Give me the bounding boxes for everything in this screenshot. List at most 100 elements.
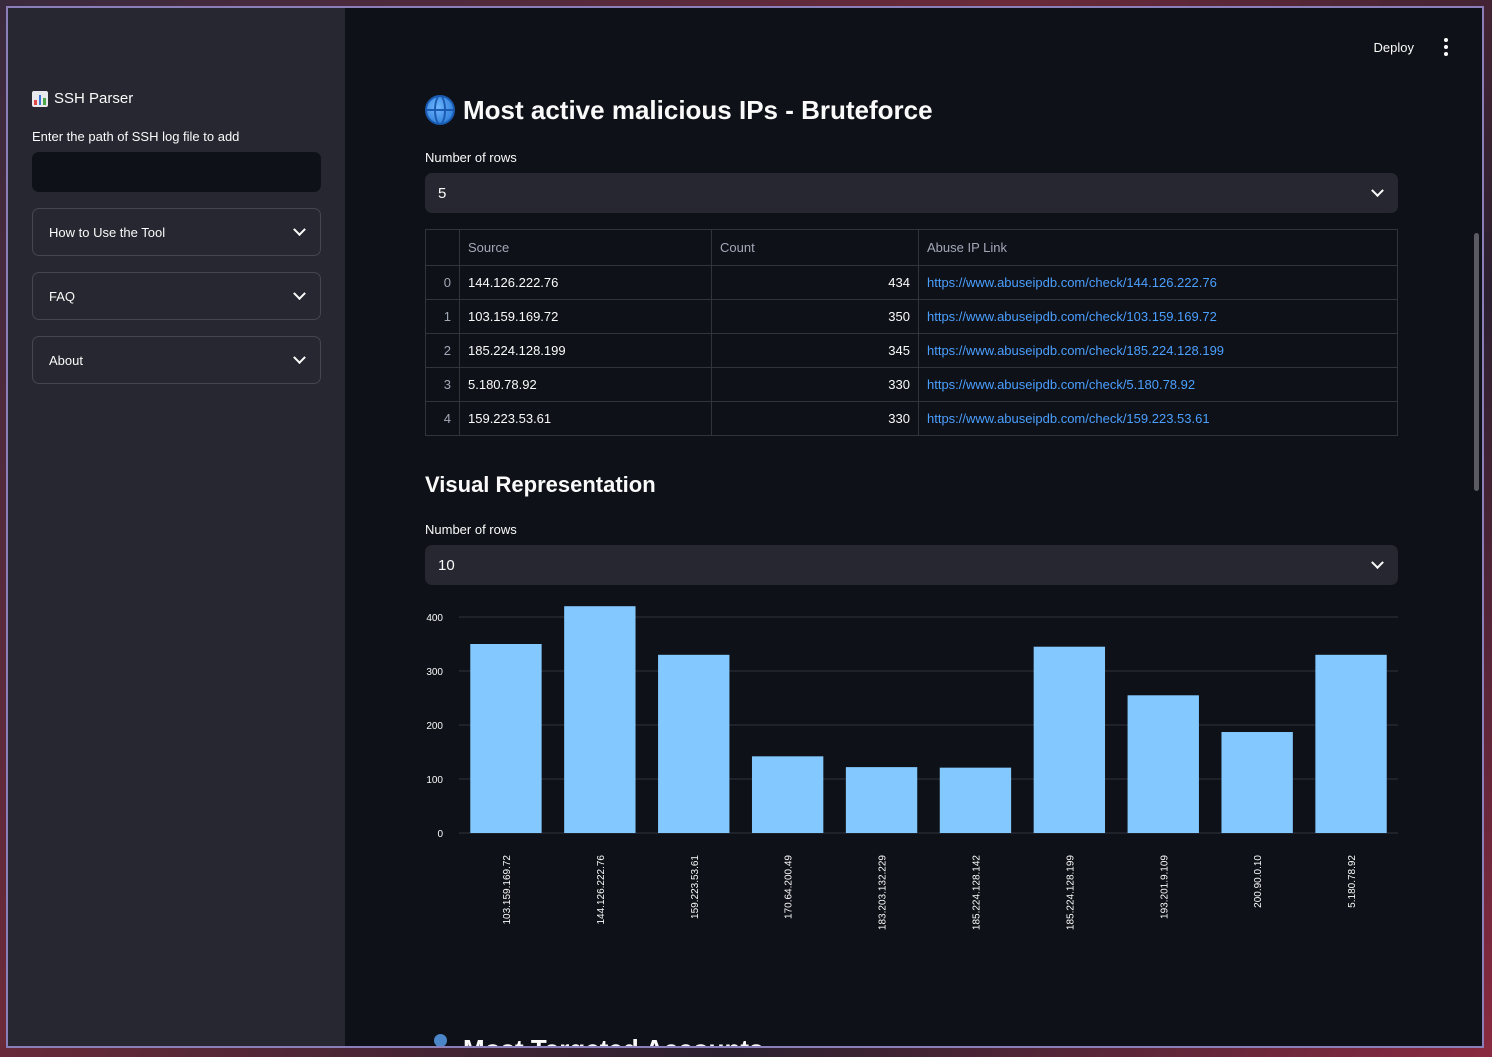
section-title: Most Targeted Accounts (463, 1034, 763, 1047)
row-index: 3 (425, 367, 460, 402)
abuse-link-cell[interactable]: https://www.abuseipdb.com/check/103.159.… (918, 299, 1398, 334)
bar[interactable] (1221, 732, 1293, 833)
rows-select-label: Number of rows (425, 522, 517, 537)
x-tick-label: 185.224.128.199 (1065, 855, 1076, 931)
x-tick-label: 183.203.132.229 (878, 855, 889, 931)
bar[interactable] (1127, 695, 1199, 833)
bar-chart: 0 100 200 300 400 103.159.169.72 144.126.222.7… (425, 601, 1398, 941)
row-index: 2 (425, 333, 460, 368)
x-tick-label: 159.223.53.61 (690, 855, 701, 919)
rows-select-value: 5 (438, 184, 447, 202)
x-tick-label: 5.180.78.92 (1347, 855, 1358, 908)
bar[interactable] (564, 606, 636, 833)
abuse-ip-link[interactable]: https://www.abuseipdb.com/check/5.180.78… (927, 377, 1195, 392)
x-tick-label: 185.224.128.142 (971, 855, 982, 931)
y-tick-label: 200 (426, 721, 443, 732)
source-cell[interactable]: 5.180.78.92 (459, 367, 712, 402)
abuse-ip-link[interactable]: https://www.abuseipdb.com/check/144.126.… (927, 275, 1217, 290)
expander-about[interactable]: About (32, 336, 321, 384)
count-cell[interactable]: 330 (711, 367, 919, 402)
rows-select-value: 10 (438, 556, 455, 574)
count-cell[interactable]: 345 (711, 333, 919, 368)
bar[interactable] (751, 756, 824, 833)
count-cell[interactable]: 330 (711, 401, 919, 436)
app-window: SSH Parser Enter the path of SSH log fil… (6, 6, 1484, 1048)
log-path-input[interactable] (32, 152, 321, 192)
y-tick-label: 0 (437, 829, 443, 840)
app-title-text: SSH Parser (54, 90, 134, 107)
bar-chart-icon (32, 90, 48, 107)
section-title: Most active malicious IPs - Bruteforce (463, 94, 933, 125)
expander-how-to-use[interactable]: How to Use the Tool (32, 208, 321, 256)
source-cell[interactable]: 185.224.128.199 (459, 333, 712, 368)
chevron-down-icon (1371, 555, 1384, 569)
abuse-ip-link[interactable]: https://www.abuseipdb.com/check/159.223.… (927, 411, 1210, 426)
ip-table: Source Count Abuse IP Link 0 144.126.222.… (425, 229, 1398, 436)
more-options-icon[interactable] (1438, 36, 1454, 58)
source-cell[interactable]: 159.223.53.61 (459, 401, 712, 436)
app-title: SSH Parser (32, 90, 321, 107)
table-header-row: Source Count Abuse IP Link (425, 229, 1398, 266)
deploy-button[interactable]: Deploy (1368, 39, 1420, 56)
chevron-down-icon (1371, 183, 1384, 197)
globe-icon (425, 95, 455, 125)
count-cell[interactable]: 434 (711, 265, 919, 300)
scrollbar-thumb[interactable] (1474, 233, 1479, 491)
x-tick-label: 144.126.222.76 (596, 855, 607, 925)
abuse-ip-link[interactable]: https://www.abuseipdb.com/check/103.159.… (927, 309, 1217, 324)
row-index: 4 (425, 401, 460, 436)
count-cell[interactable]: 350 (711, 299, 919, 334)
table-row[interactable]: 1 103.159.169.72 350 https://www.abuseipdb.… (425, 299, 1398, 334)
top-toolbar: Deploy (1368, 36, 1454, 58)
bar-chart-svg: 0 100 200 300 400 103.159.169.72 144.126.222.7… (426, 606, 1398, 931)
index-header (425, 229, 460, 266)
x-tick-label: 200.90.0.10 (1253, 855, 1264, 908)
source-cell[interactable]: 103.159.169.72 (459, 299, 712, 334)
y-tick-label: 300 (426, 667, 443, 678)
abuse-link-cell[interactable]: https://www.abuseipdb.com/check/159.223.… (918, 401, 1398, 436)
rows-select-label: Number of rows (425, 150, 517, 165)
table-row[interactable]: 0 144.126.222.76 434 https://www.abuseipdb.… (425, 265, 1398, 300)
column-header[interactable]: Count (711, 229, 919, 266)
source-cell[interactable]: 144.126.222.76 (459, 265, 712, 300)
x-tick-label: 193.201.9.109 (1159, 855, 1170, 919)
y-tick-label: 100 (426, 775, 443, 786)
log-path-label: Enter the path of SSH log file to add (32, 129, 240, 144)
chevron-down-icon (293, 350, 306, 364)
chevron-down-icon (293, 222, 306, 236)
content-column: Most active malicious IPs - Bruteforce N… (425, 92, 1398, 1046)
bar[interactable] (1033, 646, 1106, 833)
expander-label: How to Use the Tool (49, 224, 166, 240)
x-tick-label: 170.64.200.49 (784, 855, 795, 919)
bar[interactable] (658, 654, 730, 833)
bar[interactable] (845, 767, 918, 833)
bar[interactable] (939, 767, 1012, 833)
sidebar: SSH Parser Enter the path of SSH log fil… (8, 8, 345, 1046)
abuse-link-cell[interactable]: https://www.abuseipdb.com/check/144.126.… (918, 265, 1398, 300)
abuse-ip-link[interactable]: https://www.abuseipdb.com/check/185.224.… (927, 343, 1224, 358)
row-index: 0 (425, 265, 460, 300)
column-header[interactable]: Source (459, 229, 712, 266)
expander-label: About (49, 352, 83, 368)
table-row[interactable]: 4 159.223.53.61 330 https://www.abuseipdb.c… (425, 401, 1398, 436)
y-tick-label: 400 (426, 613, 443, 624)
table-row[interactable]: 3 5.180.78.92 330 https://www.abuseipdb.com… (425, 367, 1398, 402)
section-heading-accounts: Most Targeted Accounts (425, 1031, 1398, 1046)
expander-faq[interactable]: FAQ (32, 272, 321, 320)
row-index: 1 (425, 299, 460, 334)
column-header[interactable]: Abuse IP Link (918, 229, 1398, 266)
abuse-link-cell[interactable]: https://www.abuseipdb.com/check/5.180.78… (918, 367, 1398, 402)
expander-label: FAQ (49, 288, 76, 304)
main-content: Deploy Most active malicious IPs - Brute… (345, 8, 1482, 1046)
x-tick-label: 103.159.169.72 (502, 855, 513, 925)
section-heading-visual: Visual Representation (425, 472, 656, 497)
table-row[interactable]: 2 185.224.128.199 345 https://www.abuseipdb… (425, 333, 1398, 368)
abuse-link-cell[interactable]: https://www.abuseipdb.com/check/185.224.… (918, 333, 1398, 368)
bar[interactable] (1315, 654, 1387, 833)
person-icon (425, 1034, 455, 1046)
bar[interactable] (470, 644, 542, 833)
section-heading-ips: Most active malicious IPs - Bruteforce (425, 92, 1398, 128)
rows-select-table[interactable]: 5 (425, 173, 1398, 213)
chevron-down-icon (293, 286, 306, 300)
rows-select-chart[interactable]: 10 (425, 545, 1398, 585)
